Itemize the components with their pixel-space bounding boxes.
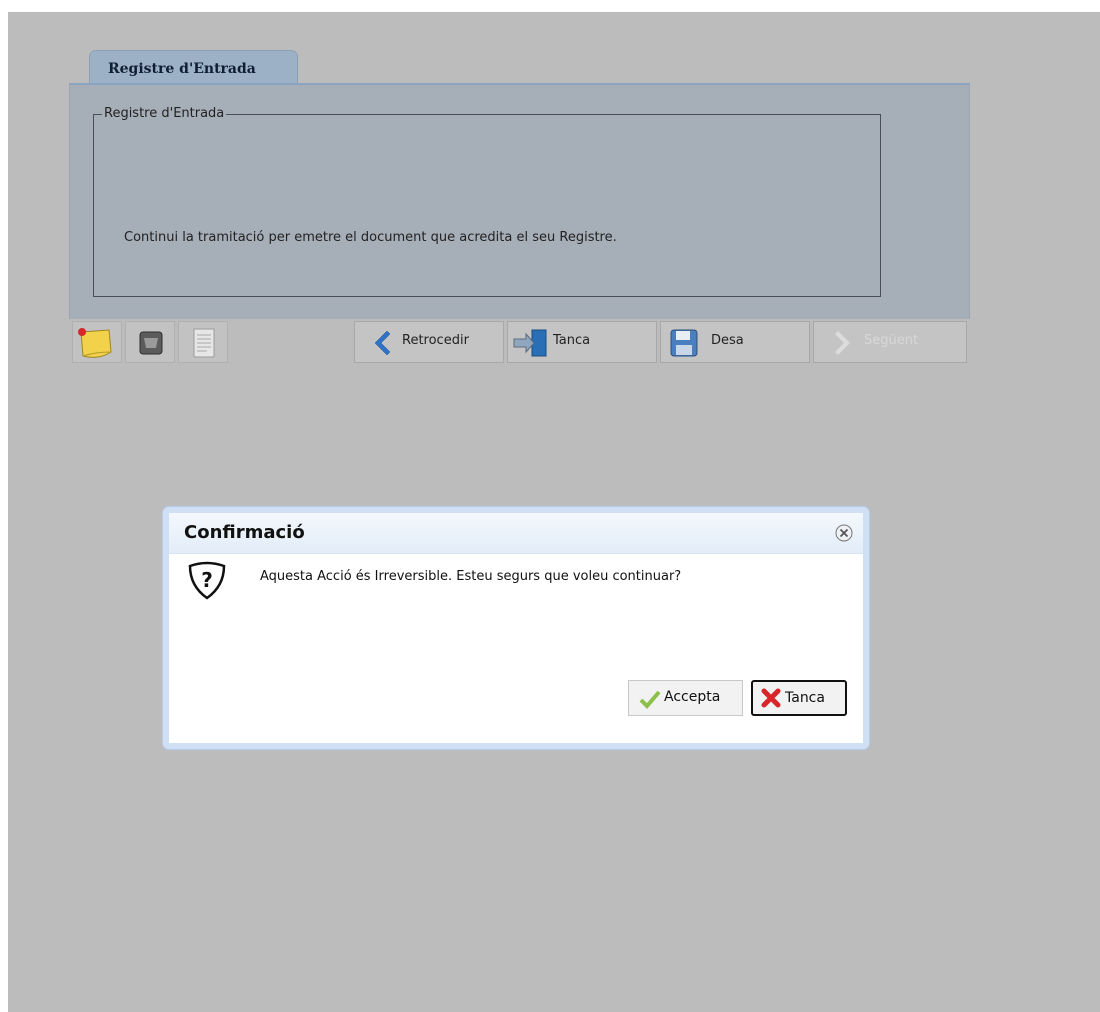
document-icon [193,328,215,358]
back-button[interactable]: Retrocedir [354,321,504,363]
save-button-label: Desa [711,333,744,348]
dialog-close-button[interactable]: Tanca [751,680,847,716]
sticky-note-button[interactable] [72,321,122,363]
dialog-message: Aquesta Acció és Irreversible. Esteu seg… [260,569,682,584]
floppy-disk-icon [670,329,698,357]
checkmark-icon [639,690,661,709]
document-button[interactable] [178,321,228,363]
dialog-header: Confirmació [169,513,863,554]
box-button[interactable] [125,321,175,363]
chevron-left-icon [374,330,391,356]
close-icon[interactable] [835,524,853,542]
question-icon: ? [188,561,226,600]
sticky-note-icon [78,328,112,358]
fieldset-registre: Registre d'Entrada Continui la tramitaci… [93,106,881,297]
back-button-label: Retrocedir [402,333,469,348]
accept-button-label: Accepta [664,689,721,705]
next-button[interactable]: Següent [813,321,967,363]
panel-message: Continui la tramitació per emetre el doc… [124,230,617,245]
fieldset-legend: Registre d'Entrada [102,106,227,122]
chevron-right-icon [835,331,850,355]
close-button[interactable]: Tanca [507,321,657,363]
red-x-icon [761,688,781,708]
dialog-title: Confirmació [184,522,305,543]
close-button-label: Tanca [553,333,591,348]
dialog-close-button-label: Tanca [785,690,825,706]
tab-label: Registre d'Entrada [108,61,256,77]
exit-door-icon [513,329,547,357]
next-button-label: Següent [864,333,919,348]
accept-button[interactable]: Accepta [628,680,743,716]
save-button[interactable]: Desa [660,321,810,363]
tab-registre-entrada[interactable]: Registre d'Entrada [89,50,298,84]
svg-text:?: ? [201,568,213,592]
main-panel: Registre d'Entrada Continui la tramitaci… [69,83,970,319]
box-icon [139,331,163,355]
